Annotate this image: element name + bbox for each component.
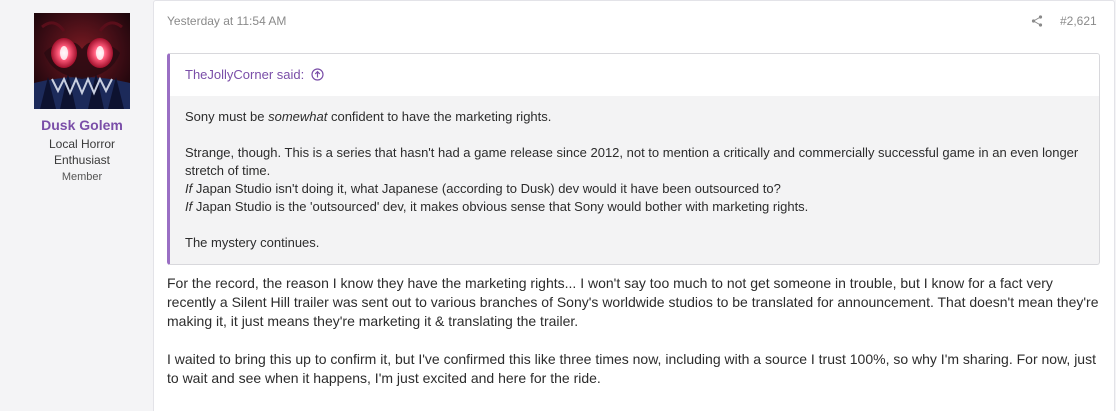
post-container: Yesterday at 11:54 AM #2,621 TheJollyCor… [153,0,1115,411]
share-icon[interactable] [1030,14,1044,28]
quote-line: Strange, though. This is a series that h… [185,145,1079,178]
quote-body: Sony must be somewhat confident to have … [170,96,1099,252]
quote-line: Sony must be somewhat confident to have … [185,109,552,124]
username[interactable]: Dusk Golem [0,117,164,133]
message-paragraph: For the record, the reason I know they h… [167,275,1099,329]
arrow-up-circle-icon [311,68,324,81]
forum-post-page: Dusk Golem Local Horror Enthusiast Membe… [0,0,1116,411]
quote-block: TheJollyCorner said: Sony must be somewh… [167,53,1100,265]
message-paragraph: I waited to bring this up to confirm it,… [167,351,1096,386]
quote-line: If Japan Studio isn't doing it, what Jap… [185,181,781,196]
post-date[interactable]: Yesterday at 11:54 AM [167,14,286,28]
quote-line: If Japan Studio is the 'outsourced' dev,… [185,199,809,214]
quote-header: TheJollyCorner said: [170,54,1099,96]
post-number[interactable]: #2,621 [1060,14,1097,28]
avatar-image [34,13,130,109]
post-message: For the record, the reason I know they h… [167,274,1102,407]
quote-author-link[interactable]: TheJollyCorner said: [185,67,324,82]
user-info: Dusk Golem Local Horror Enthusiast Membe… [0,0,164,411]
user-title: Local Horror Enthusiast [48,137,116,167]
quote-author-label: TheJollyCorner said: [185,67,305,82]
user-avatar[interactable] [34,13,130,109]
quote-line: The mystery continues. [185,235,320,250]
user-role: Member [61,171,103,183]
